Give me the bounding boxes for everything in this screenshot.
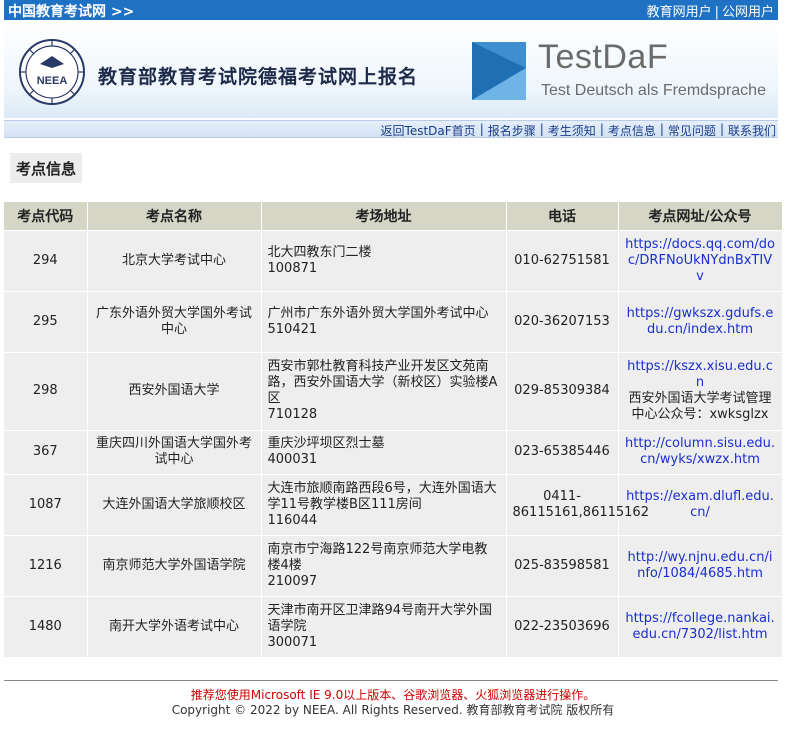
- postal-code: 510421: [267, 321, 318, 337]
- edu-network-user-link[interactable]: 教育网用户: [647, 5, 712, 20]
- center-address: 广州市广东外语外贸大学国外考试中心 510421: [261, 291, 507, 353]
- center-phone: 020-36207153: [506, 291, 619, 353]
- nav-test-centers[interactable]: 考点信息: [608, 124, 656, 138]
- nav-separator: |: [659, 122, 664, 136]
- center-phone: 025-83598581: [506, 535, 619, 597]
- center-name: 西安外国语大学: [87, 352, 262, 431]
- footer-divider: [4, 680, 778, 681]
- postal-code: 400031: [267, 452, 318, 467]
- center-website-link[interactable]: http://wy.njnu.edu.cn/info/1084/4685.htm: [628, 550, 773, 581]
- address-line: 南京市宁海路122号南京师范大学电教楼4楼: [267, 541, 488, 573]
- center-website-link[interactable]: https://kszx.xisu.edu.cn: [627, 359, 773, 390]
- center-code: 1087: [4, 474, 88, 536]
- center-phone: 010-62751581: [506, 230, 619, 292]
- main-nav: 返回TestDaF首页 | 报名步骤 | 考生须知 | 考点信息 | 常见问题 …: [4, 120, 778, 138]
- user-type-links: 教育网用户 | 公网用户: [647, 1, 774, 20]
- table-row: 295 广东外语外贸大学国外考试中心 广州市广东外语外贸大学国外考试中心 5104…: [4, 291, 783, 353]
- center-website-cell: https://docs.qq.com/doc/DRFNoUkNYdnBxTIV…: [618, 230, 783, 292]
- table-row: 1480 南开大学外语考试中心 天津市南开区卫津路94号南开大学外国语学院 300…: [4, 596, 783, 658]
- copyright: Copyright © 2022 by NEEA. All Rights Res…: [171, 703, 615, 717]
- svg-text:NEEA: NEEA: [37, 75, 68, 87]
- center-name: 大连外国语大学旅顺校区: [87, 474, 262, 536]
- column-header-address: 考场地址: [261, 202, 507, 231]
- center-website-link[interactable]: https://fcollege.nankai.edu.cn/7302/list…: [625, 611, 774, 642]
- center-name: 南京师范大学外国语学院: [87, 535, 262, 597]
- center-website-cell: http://column.sisu.edu.cn/wyks/xwzx.htm: [618, 430, 783, 475]
- center-address: 大连市旅顺南路西段6号，大连外国语大学11号教学楼B区111房间 116044: [261, 474, 507, 536]
- table-row: 298 西安外国语大学 西安市郭杜教育科技产业开发区文苑南路，西安外国语大学（新…: [4, 352, 783, 431]
- postal-code: 116044: [267, 512, 318, 528]
- nav-candidate-notice[interactable]: 考生须知: [548, 124, 596, 138]
- postal-code: 300071: [267, 634, 318, 650]
- address-line: 西安市郭杜教育科技产业开发区文苑南路，西安外国语大学（新校区）实验楼A区: [267, 359, 498, 406]
- center-website-cell: http://wy.njnu.edu.cn/info/1084/4685.htm: [618, 535, 783, 597]
- banner-title: 教育部教育考试院德福考试网上报名: [98, 66, 419, 88]
- center-website-link[interactable]: https://docs.qq.com/doc/DRFNoUkNYdnBxTIV…: [625, 237, 775, 284]
- center-website-link[interactable]: https://gwkszx.gdufs.edu.cn/index.htm: [627, 306, 774, 337]
- table-row: 1216 南京师范大学外国语学院 南京市宁海路122号南京师范大学电教楼4楼 21…: [4, 535, 783, 597]
- center-code: 1216: [4, 535, 88, 597]
- testdaf-logo-icon: [472, 42, 526, 100]
- postal-code: 710128: [267, 407, 318, 422]
- address-line: 重庆沙坪坝区烈士墓: [267, 436, 385, 451]
- page-title: 考点信息: [10, 153, 83, 183]
- center-website-cell: https://gwkszx.gdufs.edu.cn/index.htm: [618, 291, 783, 353]
- center-code: 1480: [4, 596, 88, 658]
- center-name: 北京大学考试中心: [87, 230, 262, 292]
- center-name: 广东外语外贸大学国外考试中心: [87, 291, 262, 353]
- address-line: 广州市广东外语外贸大学国外考试中心: [267, 305, 489, 321]
- center-phone: 029-85309384: [506, 352, 619, 431]
- nav-faq[interactable]: 常见问题: [668, 124, 716, 138]
- postal-code: 210097: [267, 573, 318, 589]
- nav-registration-steps[interactable]: 报名步骤: [488, 124, 536, 138]
- center-code: 298: [4, 352, 88, 431]
- nav-separator: |: [479, 122, 484, 136]
- table-header-row: 考点代码 考点名称 考场地址 电话 考点网址/公众号: [4, 202, 783, 231]
- center-phone: 0411-86115161,86115162: [506, 474, 649, 536]
- table-row: 1087 大连外国语大学旅顺校区 大连市旅顺南路西段6号，大连外国语大学11号教…: [4, 474, 783, 536]
- public-network-user-link[interactable]: 公网用户: [722, 5, 774, 20]
- center-code: 294: [4, 230, 88, 292]
- center-code: 367: [4, 430, 88, 475]
- center-address: 重庆沙坪坝区烈士墓 400031: [261, 430, 507, 475]
- header-banner: NEEA 教育部教育考试院德福考试网上报名 TestDaF Test Deuts…: [4, 20, 778, 118]
- center-code: 295: [4, 291, 88, 353]
- wechat-account-note: 西安外国语大学考试管理中心公众号：xwksglzx: [628, 391, 772, 422]
- address-line: 北大四教东门二楼: [267, 244, 372, 260]
- center-phone: 023-65385446: [506, 430, 619, 475]
- center-address: 西安市郭杜教育科技产业开发区文苑南路，西安外国语大学（新校区）实验楼A区 7101…: [261, 352, 507, 431]
- column-header-code: 考点代码: [4, 202, 88, 231]
- center-phone: 022-23503696: [506, 596, 619, 658]
- test-center-table: 考点代码 考点名称 考场地址 电话 考点网址/公众号 294 北京大学考试中心 …: [4, 202, 783, 658]
- testdaf-subtitle: Test Deutsch als Fremdsprache: [541, 82, 766, 99]
- address-line: 大连市旅顺南路西段6号，大连外国语大学11号教学楼B区111房间: [267, 480, 497, 512]
- nav-separator: |: [539, 122, 544, 136]
- center-name: 重庆四川外国语大学国外考试中心: [87, 430, 262, 475]
- nav-separator: |: [599, 122, 604, 136]
- center-website-link[interactable]: http://column.sisu.edu.cn/wyks/xwzx.htm: [625, 436, 775, 467]
- neea-site-link[interactable]: 中国教育考试网 >>: [8, 1, 134, 21]
- center-address: 天津市南开区卫津路94号南开大学外国语学院 300071: [261, 596, 507, 658]
- table-row: 294 北京大学考试中心 北大四教东门二楼 100871 010-62751581…: [4, 230, 783, 292]
- center-address: 南京市宁海路122号南京师范大学电教楼4楼 210097: [261, 535, 507, 597]
- top-bar: 中国教育考试网 >> 教育网用户 | 公网用户: [4, 0, 778, 20]
- column-header-phone: 电话: [506, 202, 619, 231]
- column-header-name: 考点名称: [87, 202, 262, 231]
- address-line: 天津市南开区卫津路94号南开大学外国语学院: [267, 602, 493, 634]
- center-address: 北大四教东门二楼 100871: [261, 230, 507, 292]
- center-name: 南开大学外语考试中心: [87, 596, 262, 658]
- nav-home[interactable]: 返回TestDaF首页: [381, 124, 476, 138]
- column-header-website: 考点网址/公众号: [618, 202, 783, 231]
- center-website-cell: https://fcollege.nankai.edu.cn/7302/list…: [618, 596, 783, 658]
- center-website-cell: https://kszx.xisu.edu.cn 西安外国语大学考试管理中心公众号…: [618, 352, 783, 431]
- table-row: 367 重庆四川外国语大学国外考试中心 重庆沙坪坝区烈士墓 400031 023-…: [4, 430, 783, 475]
- nav-contact-us[interactable]: 联系我们: [728, 124, 776, 138]
- neea-logo: NEEA: [19, 39, 85, 105]
- user-link-separator: |: [714, 5, 719, 20]
- postal-code: 100871: [267, 260, 318, 276]
- testdaf-wordmark: TestDaF: [538, 38, 669, 76]
- nav-separator: |: [719, 122, 724, 136]
